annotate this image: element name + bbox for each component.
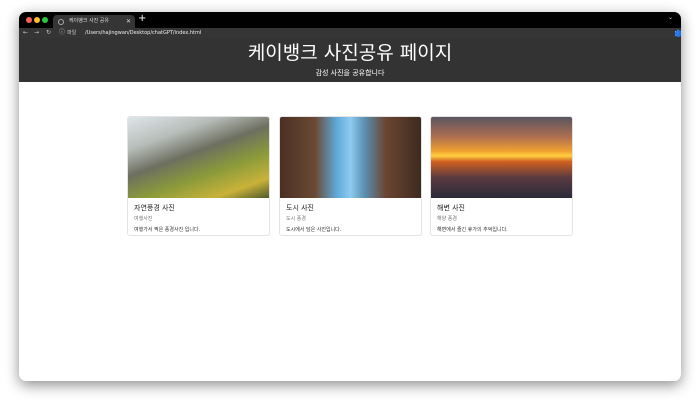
minimize-window-button[interactable] [34, 17, 40, 23]
page-header: 케이뱅크 사진공유 페이지 감성 사진을 공유합니다 [19, 38, 681, 82]
photo-card[interactable]: 해변 사진해양 풍경해변에서 즐긴 휴가의 추억입니다. [430, 116, 573, 236]
beach-photo [431, 117, 572, 198]
address-label: 파일 [67, 30, 77, 36]
tab-title: 케이뱅크 사진 공유 [69, 18, 109, 24]
close-window-button[interactable] [26, 17, 32, 23]
nature-photo [128, 117, 269, 198]
tab-bar: 케이뱅크 사진 공유 ✕ + ⌄ [19, 12, 681, 28]
chevron-down-icon[interactable]: ⌄ [668, 14, 673, 21]
page-subtitle: 감성 사진을 공유합니다 [315, 69, 385, 77]
card-title: 도시 사진 [286, 204, 314, 212]
card-title: 자연풍경 사진 [134, 204, 175, 212]
globe-icon [58, 18, 64, 25]
card-text: 여행가서 찍은 풍경사진 입니다. [134, 227, 201, 233]
page-title: 케이뱅크 사진공유 페이지 [247, 42, 453, 64]
back-icon[interactable]: ← [23, 28, 28, 38]
card-text: 도시에서 담은 사진입니다. [286, 227, 342, 233]
info-icon[interactable]: ⓘ [59, 28, 65, 38]
card-subtitle: 여행사진 [134, 216, 153, 222]
menu-icon[interactable]: ⋮ [675, 28, 681, 38]
url-input[interactable]: /Users/hajingwan/Desktop/chatGPT/index.h… [85, 28, 201, 38]
card-subtitle: 해양 풍경 [437, 216, 457, 222]
card-subtitle: 도시 풍경 [286, 216, 306, 222]
card-text: 해변에서 즐긴 휴가의 추억입니다. [437, 227, 508, 233]
photo-card[interactable]: 도시 사진도시 풍경도시에서 담은 사진입니다. [279, 116, 422, 236]
new-tab-button[interactable]: + [138, 13, 146, 24]
forward-icon[interactable]: → [34, 28, 39, 38]
photo-card[interactable]: 자연풍경 사진여행사진여행가서 찍은 풍경사진 입니다. [127, 116, 270, 236]
reload-icon[interactable]: ↻ [46, 28, 51, 38]
card-title: 해변 사진 [437, 204, 465, 212]
address-bar: ← → ↻ ⓘ 파일 /Users/hajingwan/Desktop/chat… [19, 28, 681, 38]
close-tab-icon[interactable]: ✕ [126, 15, 131, 28]
browser-window: 케이뱅크 사진 공유 ✕ + ⌄ ← → ↻ ⓘ 파일 /Users/hajing… [19, 12, 681, 381]
browser-tab[interactable]: 케이뱅크 사진 공유 ✕ [53, 15, 135, 28]
city-photo [280, 117, 421, 198]
maximize-window-button[interactable] [42, 17, 48, 23]
